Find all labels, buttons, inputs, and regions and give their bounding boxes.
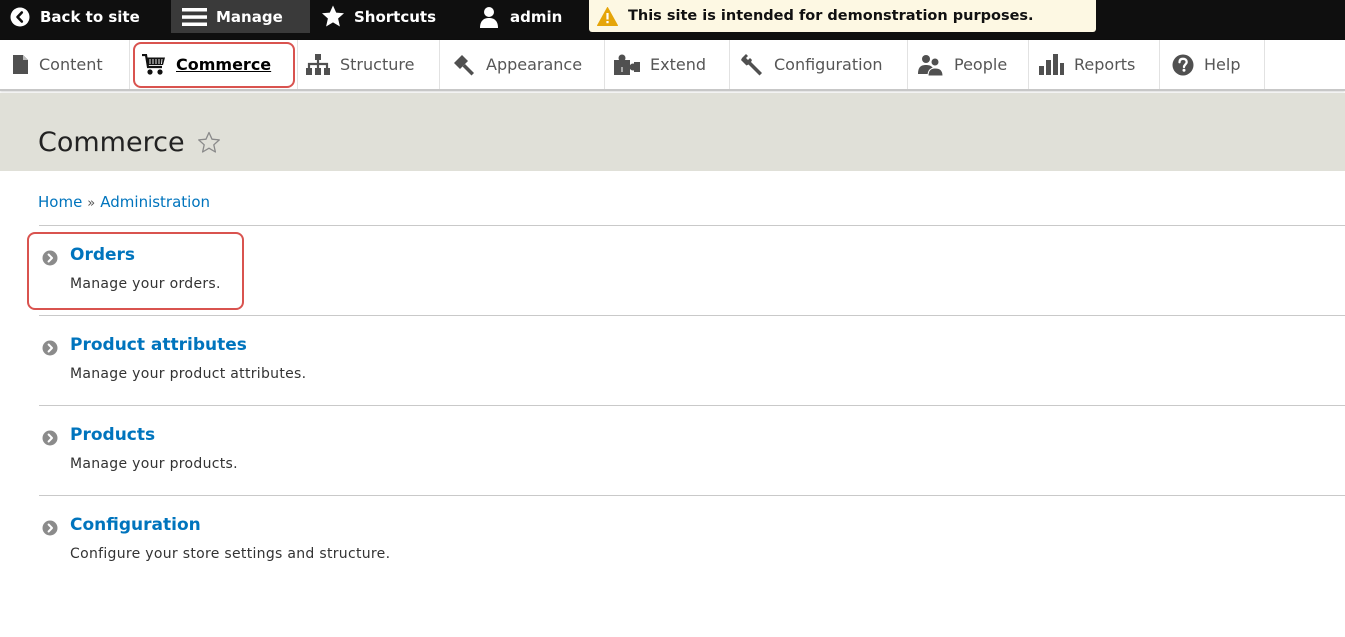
back-to-site-link[interactable]: Back to site [10,0,140,33]
tray-label-help: Help [1204,55,1241,74]
file-icon [13,55,28,74]
tray-label-configuration: Configuration [774,55,883,74]
admin-toolbar: Back to site Manage Shortcuts admin This… [0,0,1345,40]
demo-notice-text: This site is intended for demonstration … [628,8,1034,24]
sitemap-icon [306,54,330,75]
page-header: Commerce [0,93,1345,171]
chevron-right-circle-icon [42,340,58,356]
tray-item-appearance[interactable]: Appearance [440,40,605,89]
paintbrush-icon [454,54,474,75]
puzzle-icon [614,54,640,75]
product-attributes-description: Manage your product attributes. [70,366,307,382]
breadcrumb-administration[interactable]: Administration [100,193,210,211]
tray-label-content: Content [39,55,103,74]
product-attributes-link[interactable]: Product attributes [70,335,247,355]
tray-item-help[interactable]: Help [1160,40,1265,89]
menu-icon [182,7,207,26]
tray-label-reports: Reports [1074,55,1136,74]
help-icon [1172,54,1194,75]
tray-item-configuration[interactable]: Configuration [730,40,908,89]
user-icon [480,6,498,28]
list-item: Products Manage your products. [39,405,1345,495]
configuration-description: Configure your store settings and struct… [70,546,391,562]
demo-notice: This site is intended for demonstration … [589,0,1096,32]
user-tab[interactable]: admin [478,0,562,33]
chevron-left-circle-icon [10,7,30,26]
tray-label-extend: Extend [650,55,706,74]
list-item: Configuration Configure your store setti… [39,495,1345,585]
orders-highlight-outline [27,232,244,310]
tray-item-extend[interactable]: Extend [605,40,730,89]
people-icon [918,54,944,76]
chevron-right-circle-icon [42,430,58,446]
products-description: Manage your products. [70,456,238,472]
commerce-highlight-outline [133,42,295,88]
tray-item-structure[interactable]: Structure [298,40,440,89]
manage-label: Manage [216,7,283,26]
products-link[interactable]: Products [70,425,155,445]
star-outline-icon[interactable] [197,131,221,154]
shortcuts-tab[interactable]: Shortcuts [321,0,436,33]
breadcrumb-separator: » [87,196,96,211]
bar-chart-icon [1039,54,1064,75]
manage-tab[interactable]: Manage [171,0,310,33]
tray-label-structure: Structure [340,55,415,74]
tray-item-people[interactable]: People [908,40,1029,89]
tray-label-people: People [954,55,1008,74]
breadcrumb-home[interactable]: Home [38,193,82,211]
back-to-site-label: Back to site [40,7,140,26]
wrench-icon [741,53,762,75]
tray-item-content[interactable]: Content [0,40,130,89]
shortcuts-label: Shortcuts [354,7,437,26]
breadcrumb: Home » Administration [38,193,210,211]
page-title: Commerce [38,127,221,158]
configuration-link[interactable]: Configuration [70,515,201,535]
chevron-right-circle-icon [42,520,58,536]
list-item: Product attributes Manage your product a… [39,315,1345,405]
user-label: admin [510,7,563,26]
tray-label-appearance: Appearance [486,55,583,74]
star-icon [322,5,344,27]
page-title-text: Commerce [38,127,185,158]
tray-item-reports[interactable]: Reports [1029,40,1160,89]
warning-icon [597,6,618,26]
